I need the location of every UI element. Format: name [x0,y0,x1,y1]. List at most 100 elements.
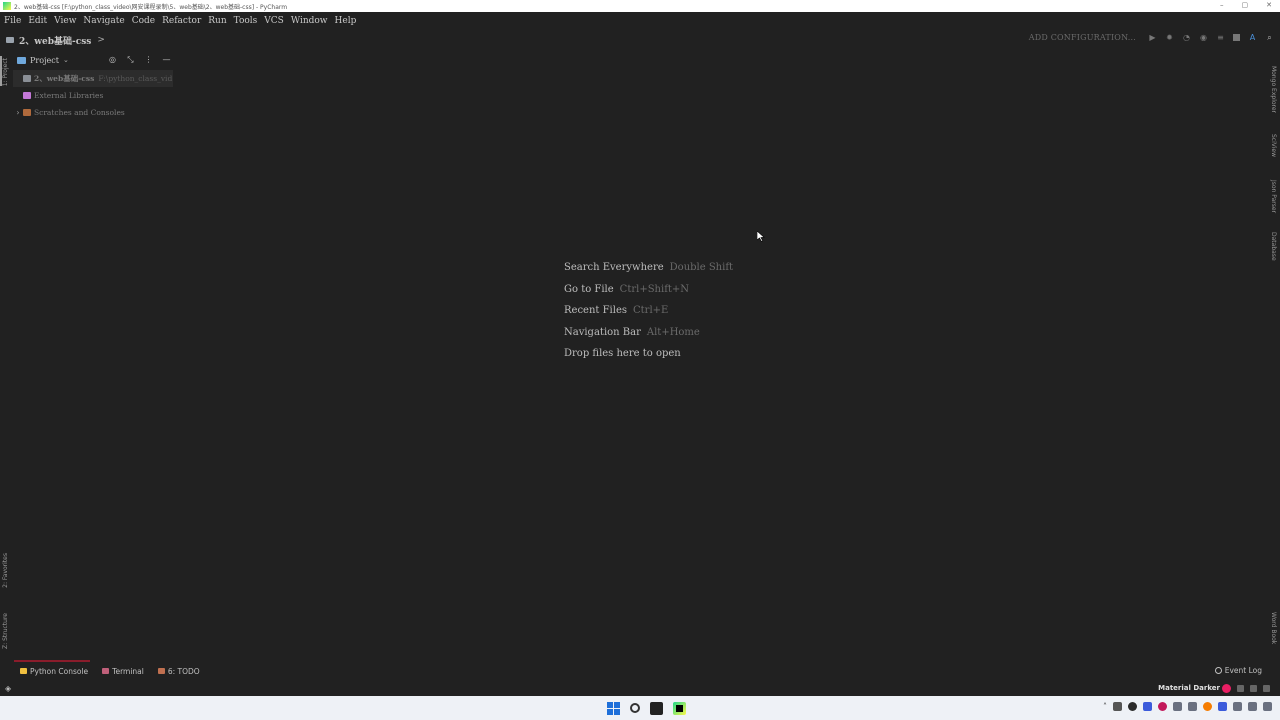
menu-help[interactable]: Help [335,16,357,26]
tray-app-icon[interactable] [1158,702,1167,711]
tray-app-icon[interactable] [1128,702,1137,711]
notification-bell-icon[interactable] [1263,702,1272,711]
tray-app-icon[interactable] [1218,702,1227,711]
window-controls: – ▢ ✕ [1220,1,1272,9]
tab-word-book[interactable]: Word Book [1270,612,1277,644]
search-icon[interactable] [629,703,640,713]
tray-app-icon[interactable] [1203,702,1212,711]
menu-navigate[interactable]: Navigate [83,16,124,26]
taskbar-apps [606,701,686,715]
hint-search-everywhere: Search Everywhere Double Shift [564,262,734,274]
tab-structure[interactable]: Z: Structure [2,613,9,649]
menu-file[interactable]: File [4,16,21,26]
python-console-icon [20,668,27,674]
menu-view[interactable]: View [54,16,76,26]
tab-mongo-explorer[interactable]: Mongo Explorer [1270,66,1277,113]
stop-icon[interactable] [1233,34,1240,41]
menu-vcs[interactable]: VCS [264,16,284,26]
tree-item-external-libraries[interactable]: External Libraries [13,87,173,104]
project-panel-tools: ◎ ⤡ ⋮ — [108,55,171,65]
search-icon[interactable]: ⌕ [1265,33,1274,42]
inspector-icon[interactable] [1250,684,1257,692]
theme-color-icon [1222,683,1231,693]
notifications-icon[interactable] [1263,684,1270,692]
event-log-button[interactable]: Event Log [1214,666,1262,675]
menu-edit[interactable]: Edit [28,16,47,26]
terminal-icon [102,668,110,674]
run-icon[interactable]: ▶ [1148,33,1157,42]
windows-start-icon[interactable] [606,701,620,715]
chevron-right-icon[interactable]: › [13,108,23,117]
right-tool-stripe: Mongo Explorer SciView Json Parser Datab… [1268,50,1280,696]
project-view-icon [17,56,26,64]
tree-item-label: Scratches and Consoles [34,108,125,117]
window-title-bar: 2、web基础-css [F:\python_class_video\网安课程录… [0,0,1280,12]
tree-item-label: External Libraries [34,91,104,100]
tab-todo[interactable]: 6: TODO [157,667,200,676]
menu-tools[interactable]: Tools [234,16,258,26]
pycharm-app-icon[interactable] [672,701,686,715]
mic-icon[interactable] [1173,702,1182,711]
locate-file-icon[interactable]: ◎ [108,55,117,64]
editor-empty-hints: Search Everywhere Double Shift Go to Fil… [564,257,733,365]
chevron-down-icon[interactable]: ⌄ [63,56,69,64]
folder-icon [6,37,14,43]
tab-python-console[interactable]: Python Console [20,667,88,676]
terminal-app-icon[interactable] [649,701,663,715]
status-right: Material Darker [1158,683,1270,693]
build-icon[interactable]: ≡ [1216,33,1225,42]
event-log-icon [1214,667,1222,674]
windows-taskbar: ˄ [0,696,1280,720]
profile-icon[interactable]: ◉ [1199,33,1208,42]
coverage-icon[interactable]: ◔ [1182,33,1191,42]
network-icon[interactable] [1233,702,1242,711]
theme-indicator[interactable]: Material Darker [1158,683,1231,693]
add-configuration-button[interactable]: ADD CONFIGURATION... [1029,33,1136,42]
hint-drop-files: Drop files here to open [564,348,681,360]
chevron-up-icon[interactable]: ˄ [1103,702,1107,711]
close-icon[interactable]: ✕ [1266,1,1272,9]
tab-database[interactable]: Database [1270,232,1277,261]
tab-terminal[interactable]: Terminal [102,667,144,676]
tab-project[interactable]: 1: Project [2,58,9,86]
chevron-right-icon: > [97,35,105,45]
debug-icon[interactable]: ✹ [1165,33,1174,42]
toggle-tool-windows-icon[interactable]: ◈ [5,684,11,693]
navigation-bar: 2、web基础-css > ADD CONFIGURATION... ▶ ✹ ◔… [0,30,1280,50]
translate-icon[interactable]: A [1248,33,1257,42]
tab-sciview[interactable]: SciView [1270,134,1277,157]
breadcrumb-project[interactable]: 2、web基础-css [19,34,91,47]
tree-item-scratches[interactable]: › Scratches and Consoles [13,104,173,121]
hint-navigation-bar: Navigation Bar Alt+Home [564,326,700,338]
project-view-selector[interactable]: Project [30,56,59,65]
menu-bar: File Edit View Navigate Code Refactor Ru… [0,12,1280,30]
menu-window[interactable]: Window [291,16,328,26]
run-toolbar: ADD CONFIGURATION... ▶ ✹ ◔ ◉ ≡ A ⌕ [1029,33,1274,43]
menu-refactor[interactable]: Refactor [162,16,201,26]
hint-go-to-file: Go to File Ctrl+Shift+N [564,283,690,295]
menu-run[interactable]: Run [208,16,226,26]
hint-recent-files: Recent Files Ctrl+E [564,305,669,317]
status-bar: ◈ Material Darker [0,680,1280,696]
settings-icon[interactable] [1188,702,1197,711]
pycharm-logo-icon [3,2,11,10]
hide-panel-icon[interactable]: — [162,55,171,64]
window-title: 2、web基础-css [F:\python_class_video\网安课程录… [14,3,288,11]
volume-icon[interactable] [1248,702,1257,711]
library-icon [23,92,31,99]
shield-icon[interactable] [1143,702,1152,711]
minimize-icon[interactable]: – [1220,1,1224,9]
project-panel-header: Project ⌄ ◎ ⤡ ⋮ — [13,50,173,70]
folder-icon [23,75,31,82]
tab-favorites[interactable]: 2: Favorites [2,553,9,588]
options-menu-icon[interactable]: ⋮ [144,55,153,64]
maximize-icon[interactable]: ▢ [1242,1,1249,9]
collapse-all-icon[interactable]: ⤡ [126,55,135,64]
system-tray: ˄ [1103,702,1272,711]
menu-code[interactable]: Code [132,16,155,26]
bottom-tool-tabs: Python Console Terminal 6: TODO Event Lo… [0,662,1280,680]
tree-item-project-root[interactable]: 2、web基础-css F:\python_class_vid [13,70,173,87]
tab-json-parser[interactable]: Json Parser [1270,180,1277,213]
tray-app-icon[interactable] [1113,702,1122,711]
lock-icon[interactable] [1237,684,1244,692]
